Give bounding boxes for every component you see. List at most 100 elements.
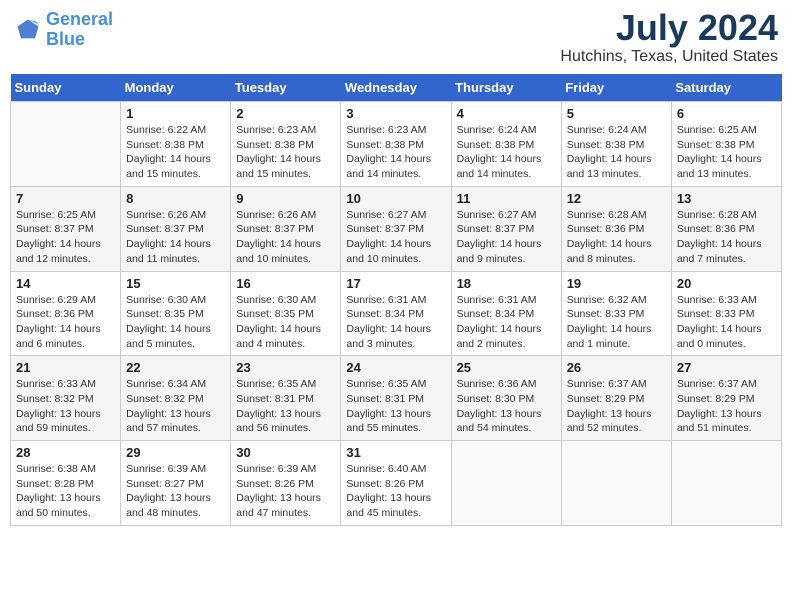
day-number: 23: [236, 360, 335, 375]
calendar-cell: [671, 441, 781, 526]
header-row: SundayMondayTuesdayWednesdayThursdayFrid…: [11, 74, 782, 102]
day-number: 14: [16, 276, 115, 291]
day-number: 3: [346, 106, 445, 121]
calendar-cell: 7 Sunrise: 6:25 AM Sunset: 8:37 PM Daylig…: [11, 186, 121, 271]
location: Hutchins, Texas, United States: [560, 48, 778, 66]
day-number: 1: [126, 106, 225, 121]
day-info: Sunrise: 6:29 AM Sunset: 8:36 PM Dayligh…: [16, 293, 115, 352]
day-info: Sunrise: 6:31 AM Sunset: 8:34 PM Dayligh…: [457, 293, 556, 352]
day-info: Sunrise: 6:28 AM Sunset: 8:36 PM Dayligh…: [567, 208, 666, 267]
day-info: Sunrise: 6:22 AM Sunset: 8:38 PM Dayligh…: [126, 123, 225, 182]
week-row: 14 Sunrise: 6:29 AM Sunset: 8:36 PM Dayli…: [11, 271, 782, 356]
calendar-cell: [451, 441, 561, 526]
day-info: Sunrise: 6:39 AM Sunset: 8:27 PM Dayligh…: [126, 462, 225, 521]
day-info: Sunrise: 6:37 AM Sunset: 8:29 PM Dayligh…: [567, 377, 666, 436]
calendar-cell: 13 Sunrise: 6:28 AM Sunset: 8:36 PM Dayli…: [671, 186, 781, 271]
day-number: 10: [346, 191, 445, 206]
day-info: Sunrise: 6:35 AM Sunset: 8:31 PM Dayligh…: [346, 377, 445, 436]
day-number: 4: [457, 106, 556, 121]
calendar-cell: 27 Sunrise: 6:37 AM Sunset: 8:29 PM Dayli…: [671, 356, 781, 441]
day-number: 11: [457, 191, 556, 206]
day-info: Sunrise: 6:32 AM Sunset: 8:33 PM Dayligh…: [567, 293, 666, 352]
day-info: Sunrise: 6:33 AM Sunset: 8:32 PM Dayligh…: [16, 377, 115, 436]
day-number: 15: [126, 276, 225, 291]
day-number: 19: [567, 276, 666, 291]
logo-line1: General: [46, 9, 113, 29]
day-number: 29: [126, 445, 225, 460]
day-info: Sunrise: 6:27 AM Sunset: 8:37 PM Dayligh…: [346, 208, 445, 267]
logo-line2: Blue: [46, 29, 85, 49]
calendar-cell: 12Sunrise: 6:28 AM Sunset: 8:36 PM Dayli…: [561, 186, 671, 271]
day-header-wednesday: Wednesday: [341, 74, 451, 102]
calendar-cell: 22Sunrise: 6:34 AM Sunset: 8:32 PM Dayli…: [121, 356, 231, 441]
calendar-cell: 24Sunrise: 6:35 AM Sunset: 8:31 PM Dayli…: [341, 356, 451, 441]
day-number: 20: [677, 276, 776, 291]
calendar-cell: 20Sunrise: 6:33 AM Sunset: 8:33 PM Dayli…: [671, 271, 781, 356]
day-number: 2: [236, 106, 335, 121]
day-number: 16: [236, 276, 335, 291]
day-info: Sunrise: 6:25 AM Sunset: 8:38 PM Dayligh…: [677, 123, 776, 182]
calendar-cell: 17 Sunrise: 6:31 AM Sunset: 8:34 PM Dayli…: [341, 271, 451, 356]
calendar-cell: 3 Sunrise: 6:23 AM Sunset: 8:38 PM Daylig…: [341, 102, 451, 187]
day-header-tuesday: Tuesday: [231, 74, 341, 102]
day-header-friday: Friday: [561, 74, 671, 102]
calendar-cell: [561, 441, 671, 526]
day-number: 25: [457, 360, 556, 375]
calendar-cell: 2 Sunrise: 6:23 AM Sunset: 8:38 PM Daylig…: [231, 102, 341, 187]
day-info: Sunrise: 6:37 AM Sunset: 8:29 PM Dayligh…: [677, 377, 776, 436]
logo: General Blue: [14, 10, 113, 50]
day-info: Sunrise: 6:35 AM Sunset: 8:31 PM Dayligh…: [236, 377, 335, 436]
day-info: Sunrise: 6:24 AM Sunset: 8:38 PM Dayligh…: [567, 123, 666, 182]
title-block: July 2024 Hutchins, Texas, United States: [560, 10, 778, 66]
calendar-cell: 31Sunrise: 6:40 AM Sunset: 8:26 PM Dayli…: [341, 441, 451, 526]
calendar-cell: 16 Sunrise: 6:30 AM Sunset: 8:35 PM Dayli…: [231, 271, 341, 356]
day-info: Sunrise: 6:23 AM Sunset: 8:38 PM Dayligh…: [236, 123, 335, 182]
week-row: 21 Sunrise: 6:33 AM Sunset: 8:32 PM Dayli…: [11, 356, 782, 441]
day-number: 26: [567, 360, 666, 375]
calendar-cell: 4Sunrise: 6:24 AM Sunset: 8:38 PM Daylig…: [451, 102, 561, 187]
calendar-table: SundayMondayTuesdayWednesdayThursdayFrid…: [10, 74, 782, 526]
logo-text: General Blue: [46, 10, 113, 50]
logo-icon: [14, 16, 42, 44]
calendar-cell: 26 Sunrise: 6:37 AM Sunset: 8:29 PM Dayli…: [561, 356, 671, 441]
day-info: Sunrise: 6:30 AM Sunset: 8:35 PM Dayligh…: [236, 293, 335, 352]
calendar-cell: 19 Sunrise: 6:32 AM Sunset: 8:33 PM Dayli…: [561, 271, 671, 356]
day-number: 7: [16, 191, 115, 206]
week-row: 1 Sunrise: 6:22 AM Sunset: 8:38 PM Daylig…: [11, 102, 782, 187]
calendar-cell: 14 Sunrise: 6:29 AM Sunset: 8:36 PM Dayli…: [11, 271, 121, 356]
day-info: Sunrise: 6:31 AM Sunset: 8:34 PM Dayligh…: [346, 293, 445, 352]
calendar-cell: 6 Sunrise: 6:25 AM Sunset: 8:38 PM Daylig…: [671, 102, 781, 187]
day-info: Sunrise: 6:36 AM Sunset: 8:30 PM Dayligh…: [457, 377, 556, 436]
calendar-cell: 11 Sunrise: 6:27 AM Sunset: 8:37 PM Dayli…: [451, 186, 561, 271]
day-number: 13: [677, 191, 776, 206]
day-number: 27: [677, 360, 776, 375]
day-number: 5: [567, 106, 666, 121]
day-number: 21: [16, 360, 115, 375]
day-info: Sunrise: 6:34 AM Sunset: 8:32 PM Dayligh…: [126, 377, 225, 436]
day-number: 31: [346, 445, 445, 460]
calendar-cell: 8Sunrise: 6:26 AM Sunset: 8:37 PM Daylig…: [121, 186, 231, 271]
day-info: Sunrise: 6:28 AM Sunset: 8:36 PM Dayligh…: [677, 208, 776, 267]
month-year: July 2024: [560, 10, 778, 46]
day-header-sunday: Sunday: [11, 74, 121, 102]
day-number: 18: [457, 276, 556, 291]
day-info: Sunrise: 6:23 AM Sunset: 8:38 PM Dayligh…: [346, 123, 445, 182]
day-header-saturday: Saturday: [671, 74, 781, 102]
day-number: 6: [677, 106, 776, 121]
calendar-cell: 25 Sunrise: 6:36 AM Sunset: 8:30 PM Dayli…: [451, 356, 561, 441]
week-row: 7 Sunrise: 6:25 AM Sunset: 8:37 PM Daylig…: [11, 186, 782, 271]
page-header: General Blue July 2024 Hutchins, Texas, …: [10, 10, 782, 66]
day-number: 17: [346, 276, 445, 291]
calendar-cell: 5 Sunrise: 6:24 AM Sunset: 8:38 PM Daylig…: [561, 102, 671, 187]
calendar-cell: [11, 102, 121, 187]
day-info: Sunrise: 6:30 AM Sunset: 8:35 PM Dayligh…: [126, 293, 225, 352]
day-info: Sunrise: 6:38 AM Sunset: 8:28 PM Dayligh…: [16, 462, 115, 521]
calendar-cell: 23 Sunrise: 6:35 AM Sunset: 8:31 PM Dayli…: [231, 356, 341, 441]
day-info: Sunrise: 6:39 AM Sunset: 8:26 PM Dayligh…: [236, 462, 335, 521]
day-info: Sunrise: 6:25 AM Sunset: 8:37 PM Dayligh…: [16, 208, 115, 267]
day-info: Sunrise: 6:27 AM Sunset: 8:37 PM Dayligh…: [457, 208, 556, 267]
day-number: 30: [236, 445, 335, 460]
day-info: Sunrise: 6:26 AM Sunset: 8:37 PM Dayligh…: [236, 208, 335, 267]
day-number: 9: [236, 191, 335, 206]
calendar-cell: 28Sunrise: 6:38 AM Sunset: 8:28 PM Dayli…: [11, 441, 121, 526]
